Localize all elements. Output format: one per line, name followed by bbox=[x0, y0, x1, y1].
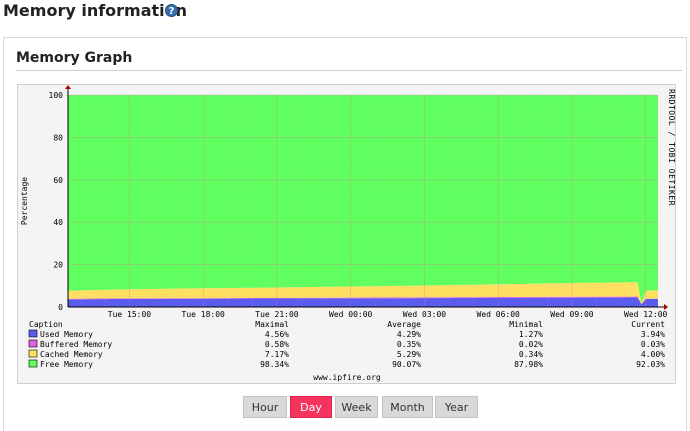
x-tick-label: Wed 06:00 bbox=[477, 310, 521, 319]
page-title: Memory information bbox=[3, 1, 188, 20]
legend-name: Free Memory bbox=[40, 360, 93, 369]
x-tick-label: Wed 12:00 bbox=[624, 310, 668, 319]
y-tick-label: 0 bbox=[58, 303, 63, 312]
panel-title: Memory Graph bbox=[16, 50, 133, 66]
legend-min: 1.27% bbox=[519, 330, 543, 339]
tab-hour[interactable]: Hour bbox=[243, 396, 287, 418]
tab-year[interactable]: Year bbox=[435, 396, 478, 418]
question-mark-icon[interactable]: ? bbox=[165, 4, 178, 17]
x-tick-label: Wed 03:00 bbox=[403, 310, 447, 319]
legend-swatch bbox=[28, 329, 38, 338]
legend-header: Caption bbox=[29, 320, 63, 329]
legend-min: 87.98% bbox=[514, 360, 543, 369]
x-tick-label: Tue 18:00 bbox=[182, 310, 226, 319]
legend-cur: 3.94% bbox=[641, 330, 665, 339]
legend-swatch bbox=[28, 339, 38, 348]
legend-max: 98.34% bbox=[260, 360, 289, 369]
y-tick-label: 100 bbox=[49, 91, 64, 100]
legend-cur: 92.03% bbox=[636, 360, 665, 369]
y-axis-label: Percentage bbox=[20, 177, 29, 225]
y-axis-arrow bbox=[65, 85, 71, 89]
x-tick-label: Tue 21:00 bbox=[255, 310, 299, 319]
legend-header: Maximal bbox=[255, 320, 289, 329]
legend-avg: 0.35% bbox=[397, 340, 421, 349]
free-memory-area bbox=[68, 95, 658, 304]
legend-header: Average bbox=[387, 320, 421, 329]
legend-avg: 90.07% bbox=[392, 360, 421, 369]
graph-watermark: RRDTOOL / TOBI OETIKER bbox=[667, 89, 676, 206]
panel-divider bbox=[16, 70, 682, 71]
legend-name: Cached Memory bbox=[40, 350, 103, 359]
tab-week[interactable]: Week bbox=[335, 396, 378, 418]
y-tick-label: 80 bbox=[53, 133, 63, 142]
legend-cur: 0.03% bbox=[641, 340, 665, 349]
legend-min: 0.02% bbox=[519, 340, 543, 349]
tab-month[interactable]: Month bbox=[382, 396, 433, 418]
legend-name: Used Memory bbox=[40, 330, 93, 339]
legend-cur: 4.00% bbox=[641, 350, 665, 359]
y-tick-label: 60 bbox=[53, 176, 63, 185]
x-tick-label: Wed 09:00 bbox=[550, 310, 594, 319]
y-tick-label: 40 bbox=[53, 218, 63, 227]
legend-max: 7.17% bbox=[265, 350, 289, 359]
legend-max: 4.56% bbox=[265, 330, 289, 339]
x-tick-label: Wed 00:00 bbox=[329, 310, 373, 319]
tab-day[interactable]: Day bbox=[290, 396, 332, 418]
x-tick-label: Tue 15:00 bbox=[108, 310, 152, 319]
graph-footer: www.ipfire.org bbox=[313, 373, 381, 382]
legend-swatch bbox=[28, 359, 38, 368]
legend-name: Buffered Memory bbox=[40, 340, 112, 349]
legend-header: Current bbox=[631, 320, 665, 329]
legend-min: 0.34% bbox=[519, 350, 543, 359]
legend-swatch bbox=[28, 349, 38, 358]
y-tick-label: 20 bbox=[53, 261, 63, 270]
legend-header: Minimal bbox=[509, 320, 543, 329]
legend-avg: 4.29% bbox=[397, 330, 421, 339]
used-memory-area bbox=[68, 297, 658, 307]
legend-avg: 5.29% bbox=[397, 350, 421, 359]
legend-max: 0.58% bbox=[265, 340, 289, 349]
memory-graph: 0 20 40 60 80 100 Tue 15:00 Tue 18:00 Tue 21:00 W… bbox=[20, 85, 676, 382]
